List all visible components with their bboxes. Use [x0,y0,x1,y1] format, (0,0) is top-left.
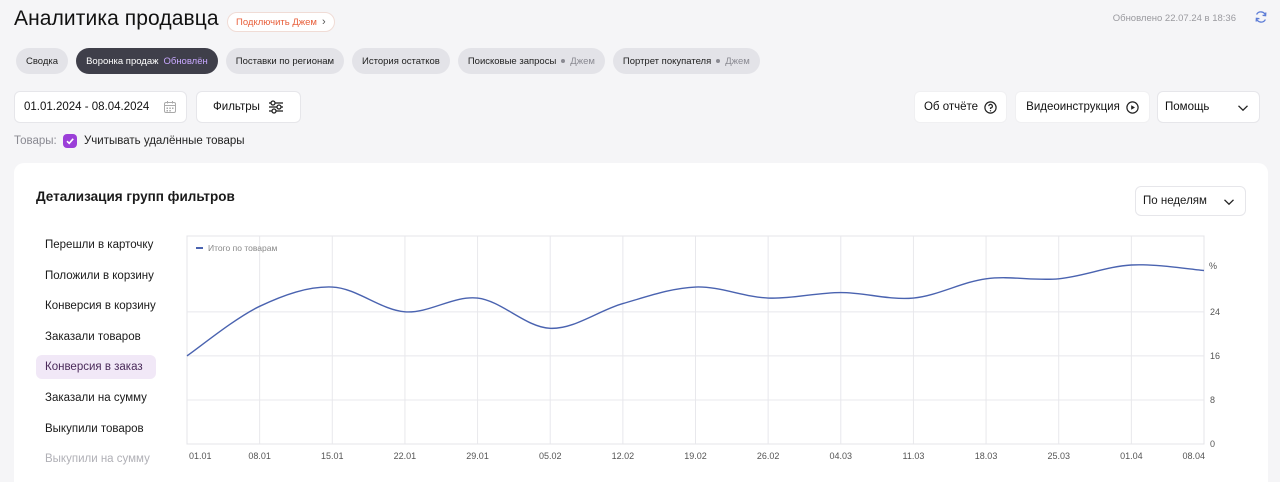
filter-groups-card: Детализация групп фильтров По неделям Пе… [14,163,1268,482]
metric-item[interactable]: Выкупили на сумму [36,447,156,471]
metric-item[interactable]: Заказали товаров [36,325,156,349]
tab-badge: Обновлён [163,55,208,67]
dot-icon [716,59,721,63]
period-select[interactable]: По неделям [1135,186,1246,216]
page-title: Аналитика продавца [14,7,219,30]
card-title: Детализация групп фильтров [36,189,235,204]
updated-timestamp: Обновлено 22.07.24 в 18:36 [1112,13,1236,24]
tab-label: Поисковые запросы [467,55,557,67]
tab-1[interactable]: Воронка продаж Обновлён [76,48,218,74]
metric-item[interactable]: Заказали на сумму [36,386,156,410]
period-label: По неделям [1143,195,1207,207]
sliders-icon [268,100,283,114]
video-instruction-label: Видеоинструкция [1026,101,1120,113]
about-report-label: Об отчёте [923,101,979,113]
tab-label: Сводка [26,55,59,67]
chevron-down-icon [1224,199,1234,206]
tab-label: Портрет покупателя [622,55,712,67]
video-instruction-button[interactable]: Видеоинструкция [1015,91,1150,123]
tab-label: Воронка продаж [86,55,159,67]
include-deleted-label[interactable]: Учитывать удалённые товары [84,135,245,147]
tab-label: Поставки по регионам [235,55,335,67]
metric-list: Перешли в карточку Положили в корзину Конв… [36,233,156,478]
help-label: Помощь [1165,101,1210,113]
metric-item[interactable]: Положили в корзину [36,264,156,288]
connect-gem-label: Подключить Джем [236,16,317,28]
tab-bar: Сводка Воронка продаж Обновлён Поставки по … [16,48,760,74]
checkmark-icon [66,138,74,145]
date-range-field[interactable]: 01.01.2024 - 08.04.2024 [14,91,187,123]
metric-item[interactable]: Перешли в карточку [36,233,156,257]
metric-item[interactable]: Конверсия в корзину [36,294,156,318]
tab-5[interactable]: Портрет покупателя Джем [612,48,760,74]
tab-gem-tag: Джем [570,55,595,67]
metric-item[interactable]: Выкупили товаров [36,417,156,441]
play-icon [1126,100,1139,114]
help-select[interactable]: Помощь [1157,91,1260,123]
dot-icon [561,59,566,63]
about-report-button[interactable]: Об отчёте [914,91,1007,123]
tab-2[interactable]: Поставки по регионам [225,48,345,74]
tab-gem-tag: Джем [725,55,750,67]
tab-4[interactable]: Поисковые запросы Джем [457,48,605,74]
goods-label: Товары: [14,135,57,147]
metric-item[interactable]: Конверсия в заказ [36,355,156,380]
include-deleted-checkbox[interactable] [63,134,77,148]
chevron-down-icon [1238,105,1248,112]
tab-3[interactable]: История остатков [352,48,450,74]
connect-gem-button[interactable]: Подключить Джем › [227,12,335,32]
tab-0[interactable]: Сводка [16,48,69,74]
filters-label: Фильтры [213,101,260,113]
refresh-icon[interactable] [1254,10,1268,24]
filters-button[interactable]: Фильтры [196,91,301,123]
question-icon [984,100,997,114]
calendar-icon [164,101,176,113]
chevron-right-icon: › [321,16,326,28]
tab-label: История остатков [362,55,440,67]
date-range-value: 01.01.2024 - 08.04.2024 [24,101,150,113]
